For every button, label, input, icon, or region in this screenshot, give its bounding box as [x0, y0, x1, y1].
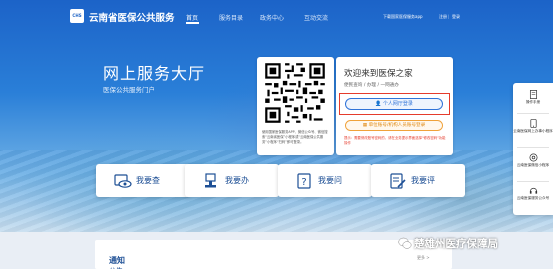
app-download-link[interactable]: 下载国家医保服务app — [383, 14, 423, 20]
notice-heading: 通知 — [109, 256, 125, 265]
highlight-annotation — [339, 93, 450, 115]
qr-code-icon[interactable] — [263, 61, 327, 125]
sidebar-label-wechat-mini: 云南医保微信小程序 — [516, 163, 550, 167]
unit-login-button[interactable]: ▦ 单位账号/机构人员账号登录 — [345, 120, 443, 131]
sidebar-item-wechat-mini[interactable]: 云南医保微信小程序 — [513, 153, 553, 168]
stamp-icon — [205, 173, 216, 188]
nav-interaction[interactable]: 互动交流 — [304, 13, 328, 22]
nav-home[interactable]: 首页 — [186, 13, 198, 22]
feature-ask-button[interactable]: ? 我要问 — [278, 164, 372, 197]
password-notice: 提示：需要修改账号密码的，请在业务提示界面选择"修改密码"功能操作 — [344, 136, 446, 145]
sidebar-divider — [517, 181, 549, 182]
mini-program-icon — [529, 119, 537, 128]
nav-active-indicator — [186, 22, 199, 24]
qr-login-card: 使用国家医保服务APP、微信公众号、微信搜索“云南省医保”小程序或“云南医保公共… — [257, 57, 334, 155]
review-icon — [390, 173, 406, 189]
question-icon: ? — [297, 173, 311, 189]
hero-subtitle: 医保公共服务门户 — [103, 86, 155, 94]
sidebar-item-official-account[interactable]: 云南医保服务公众号 — [513, 186, 553, 201]
right-sidebar: 操作手册 云南医保网上办事小程序 云南医保微信小程序 云南医保服务公众号 — [513, 83, 553, 215]
feature-query-label: 我要查 — [136, 176, 160, 185]
welcome-heading: 欢迎来到医保之家 — [344, 69, 413, 79]
svg-text:?: ? — [301, 177, 306, 188]
sidebar-label-mini-program: 云南医保网上办事小程序 — [513, 129, 553, 133]
feature-handle-label: 我要办 — [225, 176, 249, 185]
building-icon: ▦ — [362, 123, 368, 128]
qr-instructions: 使用国家医保服务APP、微信公众号、微信搜索“云南省医保”小程序或“云南医保公共… — [262, 130, 328, 144]
sidebar-label-manual: 操作手册 — [525, 100, 541, 104]
feature-ask-label: 我要问 — [318, 176, 342, 185]
nav-government-center[interactable]: 政务中心 — [260, 13, 284, 22]
more-link[interactable]: 更多 > — [417, 255, 430, 261]
site-title[interactable]: 云南省医保公共服务 — [89, 10, 175, 24]
watermark-text: 楚雄州医疗保障局 — [414, 238, 498, 250]
sidebar-divider — [517, 147, 549, 148]
header-divider: | — [448, 14, 450, 19]
manual-icon — [529, 90, 537, 99]
hero-title: 网上服务大厅 — [103, 64, 206, 83]
feature-query-button[interactable]: 我要查 — [96, 164, 190, 197]
login-card: 欢迎来到医保之家 便民查询 / 办理 / 一网通办 👤 个人网厅登录 ▦ 单位账… — [336, 57, 453, 155]
wechat-watermark-icon — [398, 237, 412, 249]
official-account-icon — [529, 187, 537, 194]
eye-icon — [114, 174, 132, 188]
sidebar-item-mini-program[interactable]: 云南医保网上办事小程序 — [513, 119, 553, 134]
sidebar-item-manual[interactable]: 操作手册 — [513, 90, 553, 105]
sidebar-label-official-account: 云南医保服务公众号 — [516, 196, 550, 200]
register-link[interactable]: 注册 — [439, 14, 447, 20]
feature-handle-button[interactable]: 我要办 — [185, 164, 279, 197]
login-link[interactable]: 登录 — [452, 14, 460, 20]
nav-service-catalog[interactable]: 服务目录 — [219, 13, 243, 22]
welcome-subtitle: 便民查询 / 办理 / 一网通办 — [344, 83, 399, 88]
site-logo[interactable]: CHS — [70, 9, 84, 23]
feature-review-label: 我要评 — [411, 176, 435, 185]
sidebar-divider — [517, 113, 549, 114]
feature-review-button[interactable]: 我要评 — [371, 164, 465, 197]
unit-login-label: 单位账号/机构人员账号登录 — [368, 123, 426, 128]
wechat-mini-icon — [529, 153, 537, 162]
